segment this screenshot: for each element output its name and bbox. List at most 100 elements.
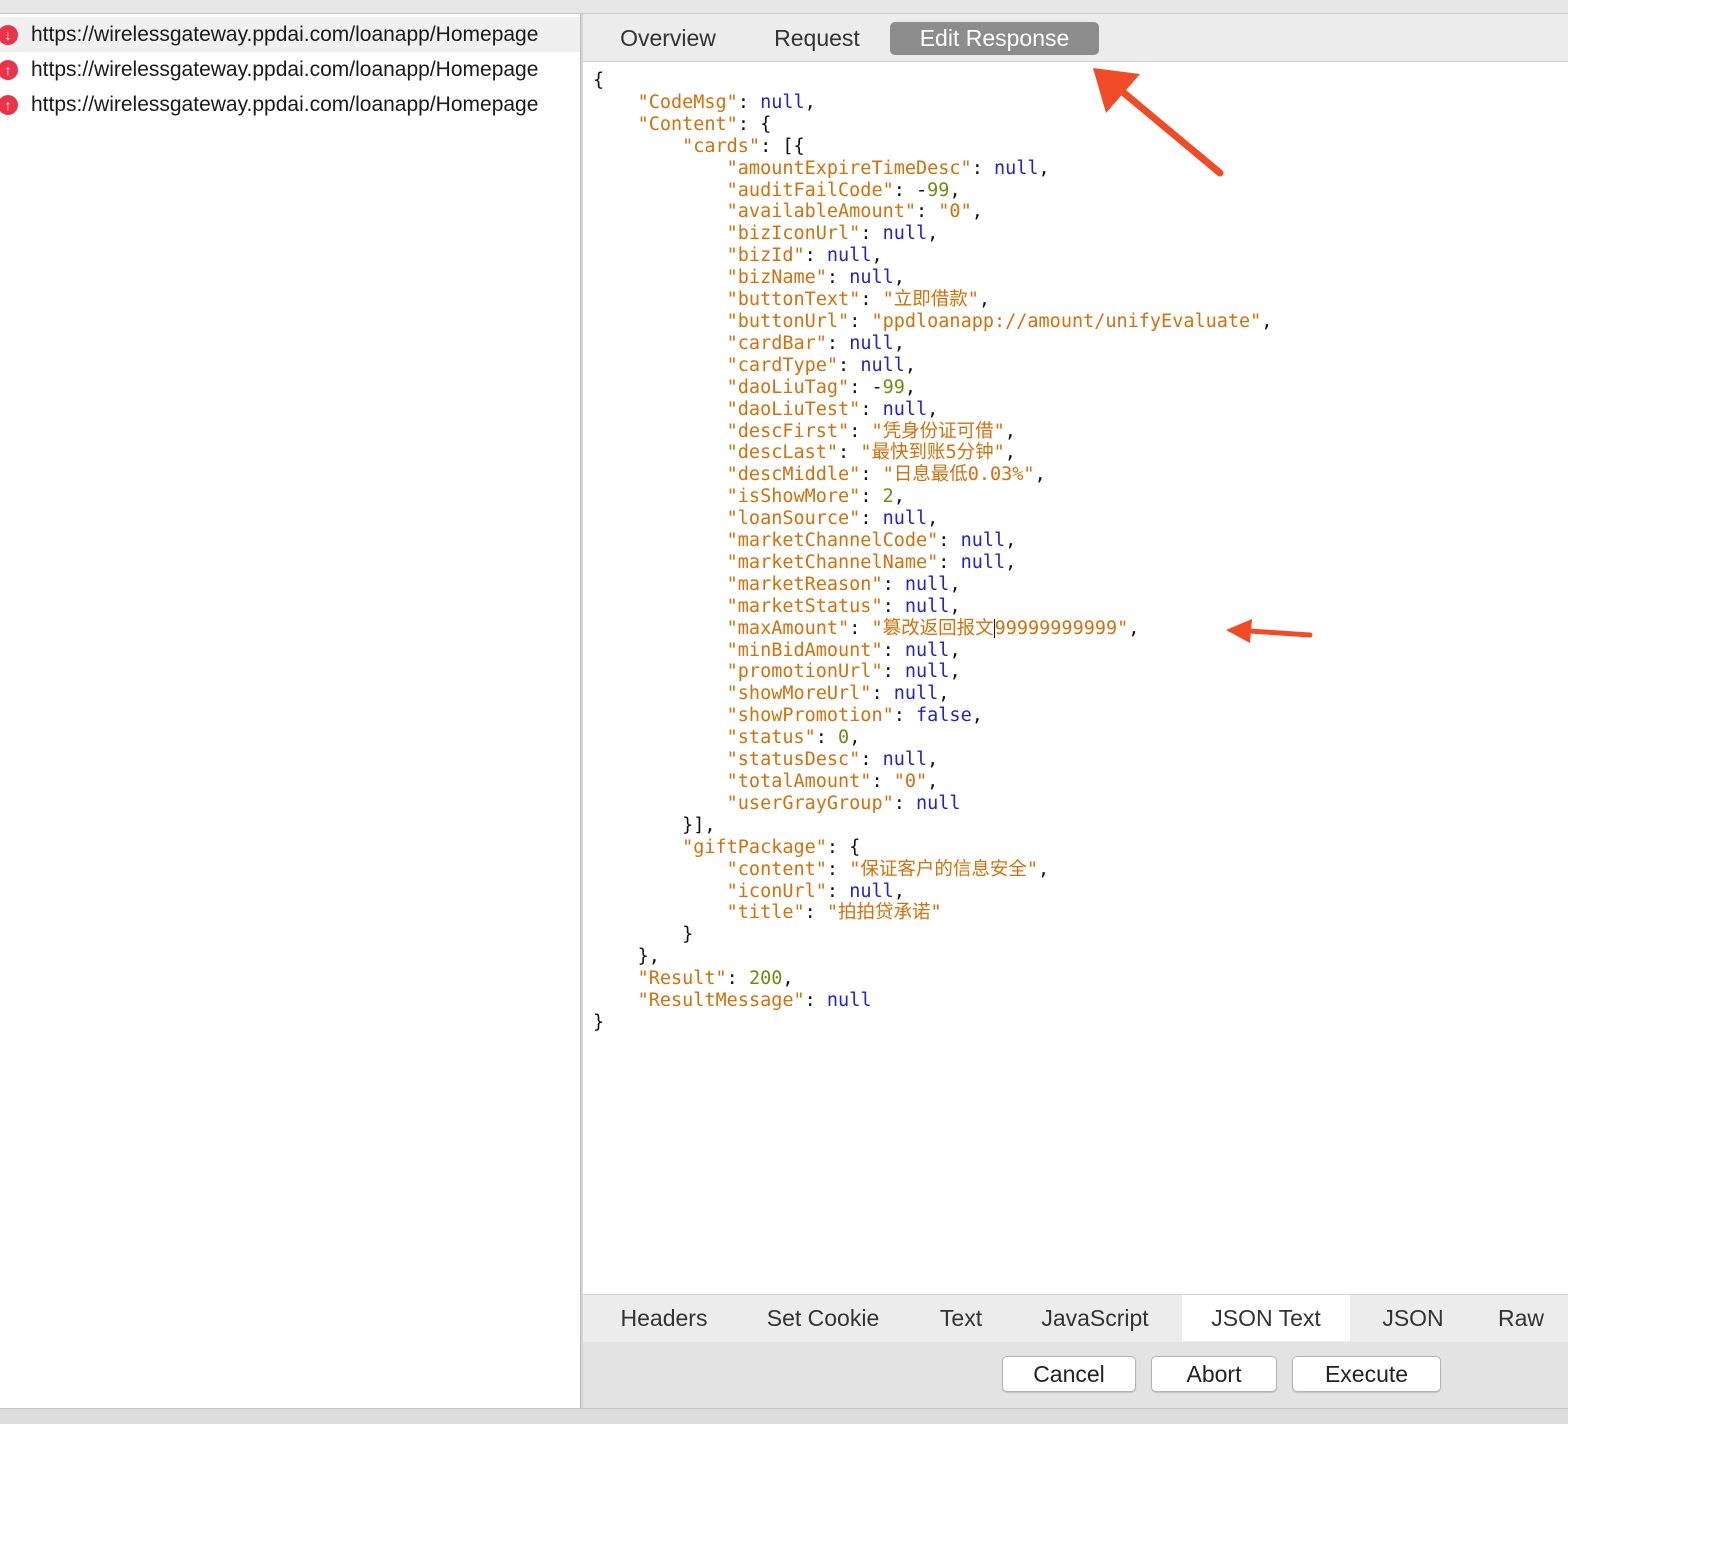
json-token: null	[904, 595, 950, 617]
json-token: "ResultMessage"	[637, 990, 805, 1012]
json-token: "title"	[726, 902, 805, 924]
tab-text[interactable]: Text	[917, 1295, 1005, 1341]
json-token: ,	[927, 749, 939, 771]
tab-javascript[interactable]: JavaScript	[1023, 1295, 1167, 1341]
json-token: :	[860, 508, 883, 530]
arrow-up-icon: ↑	[0, 94, 18, 115]
json-token: ,	[927, 223, 939, 245]
json-line: "isShowMore": 2,	[593, 486, 1272, 508]
json-line: "loanSource": null,	[593, 508, 1272, 530]
json-line: "daoLiuTag": -99,	[593, 377, 1272, 399]
json-line: }],	[593, 815, 1272, 837]
json-token: 99	[882, 376, 905, 398]
json-token: "descFirst"	[726, 420, 850, 442]
tab-edit-response[interactable]: Edit Response	[890, 22, 1099, 55]
abort-button[interactable]: Abort	[1151, 1356, 1277, 1392]
request-row-2[interactable]: ↑ https://wirelessgateway.ppdai.com/loan…	[0, 52, 580, 87]
json-token: :	[737, 91, 761, 113]
json-line: "CodeMsg": null,	[593, 92, 1272, 114]
json-token: "auditFailCode"	[726, 179, 894, 201]
json-token: :	[860, 749, 883, 771]
json-line: "title": "拍拍贷承诺"	[593, 902, 1272, 924]
arrow-down-icon: ↓	[0, 24, 18, 45]
json-line: "cardType": null,	[593, 355, 1272, 377]
json-token: "isShowMore"	[726, 486, 861, 508]
json-line: "marketChannelCode": null,	[593, 530, 1272, 552]
tab-headers[interactable]: Headers	[601, 1295, 727, 1341]
json-token: "最快到账5分钟"	[860, 442, 1005, 464]
json-token: "篡改返回报文	[871, 617, 994, 639]
json-token: "ppdloanapp://amount/unifyEvaluate"	[871, 310, 1262, 332]
json-token: 0	[838, 727, 850, 749]
json-token: null	[893, 683, 939, 705]
json-token: :	[849, 420, 872, 442]
json-line: "cardBar": null,	[593, 333, 1272, 355]
json-token: ,	[871, 245, 883, 267]
json-token: null	[916, 792, 961, 814]
json-token: ,	[927, 398, 939, 420]
tab-set-cookie[interactable]: Set Cookie	[746, 1295, 900, 1341]
json-line: },	[593, 946, 1272, 968]
json-token: :	[815, 727, 839, 749]
json-line: "status": 0,	[593, 727, 1272, 749]
request-url: https://wirelessgateway.ppdai.com/loanap…	[31, 57, 539, 81]
json-token: : -	[849, 376, 883, 398]
json-text[interactable]: { "CodeMsg": null, "Content": { "cards":…	[593, 70, 1272, 1034]
json-line: "Result": 200,	[593, 968, 1272, 990]
json-token: ,	[893, 267, 905, 289]
json-line: "ResultMessage": null	[593, 990, 1272, 1012]
json-token: "userGrayGroup"	[726, 792, 894, 814]
json-token: : {	[737, 113, 772, 135]
json-token: ,	[1004, 442, 1016, 464]
json-token: "daoLiuTest"	[726, 398, 861, 420]
json-token: "totalAmount"	[726, 771, 872, 792]
json-line: "showPromotion": false,	[593, 705, 1272, 727]
json-token: ,	[893, 332, 905, 354]
json-token: ,	[1004, 420, 1016, 442]
json-token: "保证客户的信息安全"	[849, 858, 1038, 880]
json-token: }	[593, 1011, 605, 1033]
json-token: ,	[1037, 858, 1050, 880]
response-editor[interactable]: { "CodeMsg": null, "Content": { "cards":…	[583, 63, 1568, 1293]
window-top-strip	[0, 0, 1568, 14]
json-token: }	[682, 924, 694, 946]
json-token: "marketStatus"	[726, 595, 883, 617]
tab-json[interactable]: JSON	[1363, 1295, 1463, 1341]
json-token: :	[826, 880, 850, 902]
json-token: ,	[949, 639, 961, 661]
json-token: "0"	[893, 771, 928, 792]
json-token: ,	[927, 508, 939, 530]
tab-request[interactable]: Request	[755, 22, 879, 55]
json-token: ,	[849, 727, 861, 749]
json-line: "amountExpireTimeDesc": null,	[593, 158, 1272, 180]
json-token: "amountExpireTimeDesc"	[726, 157, 972, 179]
json-token: "buttonText"	[726, 289, 861, 311]
json-token: "maxAmount"	[726, 617, 850, 639]
request-row-3[interactable]: ↑ https://wirelessgateway.ppdai.com/loan…	[0, 87, 580, 122]
request-url: https://wirelessgateway.ppdai.com/loanap…	[31, 92, 539, 116]
json-line: "bizIconUrl": null,	[593, 223, 1272, 245]
json-token: ,	[1005, 551, 1017, 573]
json-line: }	[593, 1012, 1272, 1034]
json-token: "Result"	[637, 968, 727, 990]
json-token: "CodeMsg"	[637, 91, 738, 113]
execute-button[interactable]: Execute	[1292, 1356, 1441, 1392]
json-token: "Content"	[637, 113, 738, 135]
cancel-button[interactable]: Cancel	[1002, 1356, 1136, 1392]
request-row-1[interactable]: ↓ https://wirelessgateway.ppdai.com/loan…	[0, 17, 580, 52]
json-token: ,	[949, 661, 961, 683]
json-token: null	[826, 245, 872, 267]
json-token: "立即借款"	[882, 289, 979, 311]
json-line: "giftPackage": {	[593, 837, 1272, 859]
tab-overview[interactable]: Overview	[597, 22, 739, 55]
json-token: :	[726, 968, 749, 990]
json-token: "daoLiuTag"	[726, 376, 850, 398]
json-line: "minBidAmount": null,	[593, 640, 1272, 662]
json-token: "buttonUrl"	[726, 310, 850, 332]
tab-json-text[interactable]: JSON Text	[1182, 1295, 1350, 1341]
format-tabs: Headers Set Cookie Text JavaScript JSON …	[583, 1294, 1568, 1342]
json-token: ,	[938, 683, 950, 705]
tab-raw[interactable]: Raw	[1481, 1295, 1561, 1341]
json-token: :	[938, 530, 961, 552]
action-bar: Cancel Abort Execute	[583, 1342, 1568, 1408]
